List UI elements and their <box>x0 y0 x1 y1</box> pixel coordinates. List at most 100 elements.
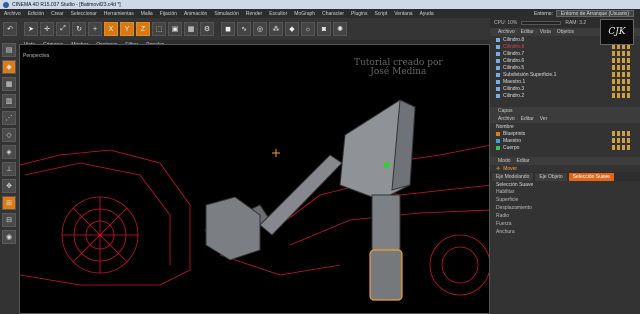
make-editable-icon[interactable]: ▤ <box>2 43 16 57</box>
menu-fijacion[interactable]: Fijación <box>160 11 177 17</box>
object-row[interactable]: Cilindro.6 <box>490 57 640 64</box>
cube-icon[interactable]: ◼ <box>221 22 235 36</box>
attr-field[interactable]: Anchura <box>490 228 640 236</box>
texture-mode-icon[interactable]: ▦ <box>2 77 16 91</box>
menu-script[interactable]: Script <box>374 11 387 17</box>
cylinder-icon <box>496 86 500 91</box>
cylinder-icon <box>496 37 500 42</box>
3d-viewport[interactable]: Perspectiva Tutorial creado por José Med… <box>19 44 490 314</box>
edges-mode-icon[interactable]: ◇ <box>2 128 16 142</box>
light-icon[interactable]: ✺ <box>333 22 347 36</box>
coordinate-system-icon[interactable]: ⬚ <box>152 22 166 36</box>
tab-eje-objeto[interactable]: Eje Objeto <box>535 172 567 181</box>
layer-color-icon <box>496 138 500 143</box>
attr-field[interactable]: Fuerza <box>490 220 640 228</box>
lock-workplane-icon[interactable]: ⊟ <box>2 213 16 227</box>
layout-label: Entorno: <box>534 10 553 17</box>
layers-menu-ver[interactable]: Ver <box>540 116 548 122</box>
menu-escultor[interactable]: Escultor <box>269 11 287 17</box>
menu-render[interactable]: Render <box>246 11 262 17</box>
menu-simulacion[interactable]: Simulación <box>214 11 238 17</box>
object-tags <box>612 93 630 98</box>
axis-z-button[interactable]: Z <box>136 22 150 36</box>
render-settings-icon[interactable]: ⚙ <box>200 22 214 36</box>
obj-menu-objetos[interactable]: Objetos <box>557 29 574 35</box>
axis-mode-icon[interactable]: ⊥ <box>2 162 16 176</box>
menu-herramientas[interactable]: Herramientas <box>104 11 134 17</box>
cpu-bar <box>521 21 562 25</box>
layer-toggles[interactable] <box>612 138 630 143</box>
menu-mograph[interactable]: MoGraph <box>294 11 315 17</box>
object-tags <box>612 72 630 77</box>
layer-row[interactable]: Blueprints <box>490 130 640 137</box>
menu-edicion[interactable]: Edición <box>28 11 44 17</box>
layers-menu-editar[interactable]: Editar <box>521 116 534 122</box>
deformer-icon[interactable]: ◆ <box>285 22 299 36</box>
menu-malla[interactable]: Malla <box>141 11 153 17</box>
rotate-icon[interactable]: ↻ <box>72 22 86 36</box>
tweak-mode-icon[interactable]: ✥ <box>2 179 16 193</box>
layers-menu-archivo[interactable]: Archivo <box>498 116 515 122</box>
scene-render <box>20 99 489 301</box>
object-row[interactable]: Cilindro.3 <box>490 85 640 92</box>
scene-icon[interactable]: ☼ <box>301 22 315 36</box>
menu-crear[interactable]: Crear <box>51 11 64 17</box>
polygons-mode-icon[interactable]: ◈ <box>2 145 16 159</box>
snap-icon[interactable]: ⊞ <box>2 196 16 210</box>
array-icon[interactable]: ⁂ <box>269 22 283 36</box>
object-row[interactable]: Cilindro.2 <box>490 92 640 99</box>
layer-color-icon <box>496 131 500 136</box>
object-tags <box>612 79 630 84</box>
cylinder-icon <box>496 51 500 56</box>
attr-menu-modo[interactable]: Modo <box>498 158 511 164</box>
layer-row[interactable]: Maestro <box>490 137 640 144</box>
cpu-label: CPU: 10% <box>494 20 518 26</box>
layer-toggles[interactable] <box>612 145 630 150</box>
render-picture-icon[interactable]: ▦ <box>184 22 198 36</box>
object-row[interactable]: Cilindro.5 <box>490 64 640 71</box>
attr-field[interactable]: Desplazamiento <box>490 204 640 212</box>
tab-seleccion-suave[interactable]: Selección Suave <box>568 172 614 181</box>
workplane-icon[interactable]: ▥ <box>2 94 16 108</box>
scale-icon[interactable]: ⤢ <box>56 22 70 36</box>
object-name: Cilindro.7 <box>503 50 525 57</box>
camera-icon[interactable]: ◙ <box>317 22 331 36</box>
obj-menu-archivo[interactable]: Archivo <box>498 29 515 35</box>
move-icon[interactable]: ✛ <box>40 22 54 36</box>
recent-tool-icon[interactable]: + <box>88 22 102 36</box>
obj-menu-vista[interactable]: Vista <box>540 29 551 35</box>
object-row[interactable]: Maestro.1 <box>490 78 640 85</box>
cylinder-icon <box>496 58 500 63</box>
model-mode-icon[interactable]: ◆ <box>2 60 16 74</box>
object-row[interactable]: Cilindro.7 <box>490 50 640 57</box>
render-view-icon[interactable]: ▣ <box>168 22 182 36</box>
menu-character[interactable]: Character <box>322 11 344 17</box>
menu-ventana[interactable]: Ventana <box>394 11 412 17</box>
attr-field[interactable]: Radio <box>490 212 640 220</box>
menu-ayuda[interactable]: Ayuda <box>420 11 434 17</box>
nurbs-icon[interactable]: ◎ <box>253 22 267 36</box>
tab-eje-modelando[interactable]: Eje Modelando <box>492 172 534 181</box>
object-row[interactable]: Subdivisión Superficie.1 <box>490 71 640 78</box>
attr-field[interactable]: Habilitar <box>490 188 640 196</box>
axis-x-button[interactable]: X <box>104 22 118 36</box>
points-mode-icon[interactable]: ⋰ <box>2 111 16 125</box>
layer-row[interactable]: Cuerpo <box>490 144 640 151</box>
spline-icon[interactable]: ∿ <box>237 22 251 36</box>
attr-field-label: Anchura <box>496 229 515 235</box>
layout-dropdown[interactable]: Entorno de Arranque (Usuario) <box>555 10 634 17</box>
attr-tabs: Eje Modelando Eje Objeto Selección Suave <box>490 172 640 181</box>
sculpt-icon[interactable]: ◉ <box>2 230 16 244</box>
attr-menu-editar[interactable]: Editar <box>517 158 530 164</box>
axis-y-button[interactable]: Y <box>120 22 134 36</box>
obj-menu-editar[interactable]: Editar <box>521 29 534 35</box>
undo-icon[interactable]: ↶ <box>3 22 17 36</box>
menu-plugins[interactable]: Plugins <box>351 11 367 17</box>
layer-toggles[interactable] <box>612 131 630 136</box>
attr-field[interactable]: Superficie <box>490 196 640 204</box>
menu-seleccionar[interactable]: Seleccionar <box>71 11 97 17</box>
select-icon[interactable]: ➤ <box>24 22 38 36</box>
right-panel: CPU: 10% RAM: 3.2 Archivo Editar Vista O… <box>490 18 640 314</box>
menu-archivo[interactable]: Archivo <box>4 11 21 17</box>
menu-animacion[interactable]: Animación <box>184 11 207 17</box>
